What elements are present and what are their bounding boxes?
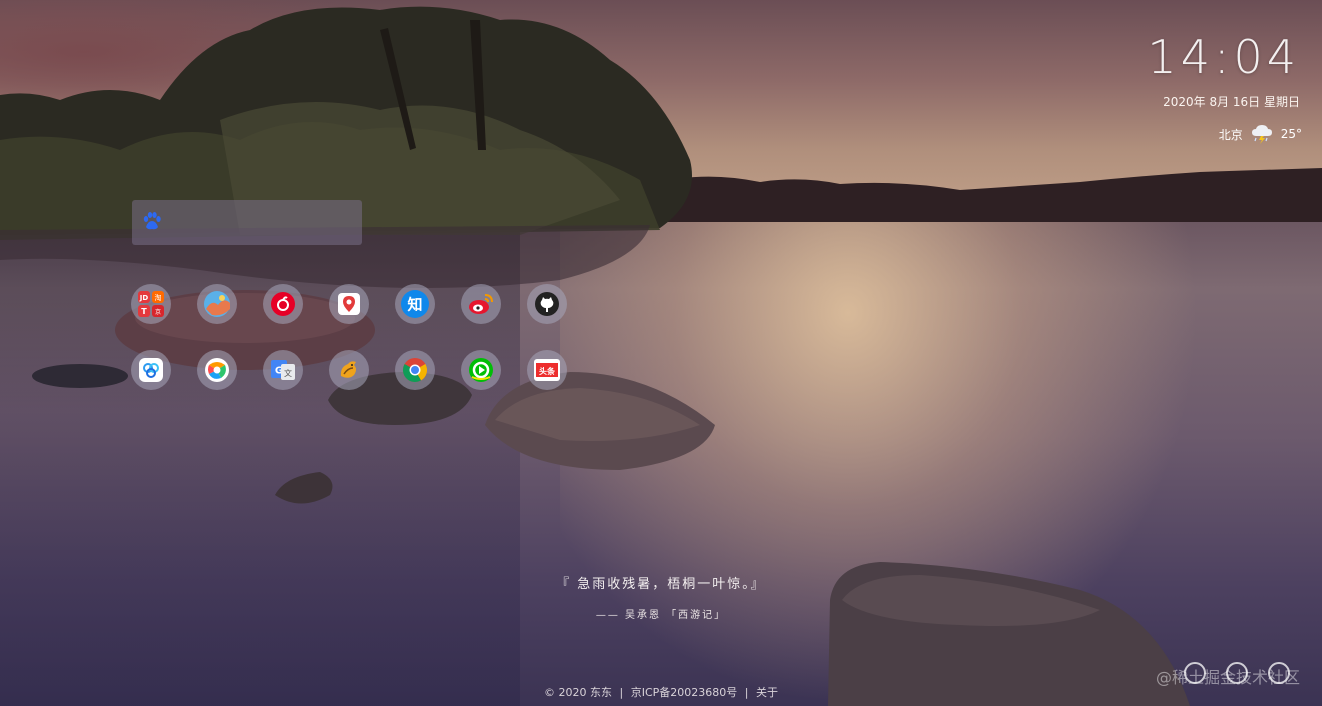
watermark: @稀土掘金技术社区 <box>1155 668 1300 687</box>
shortcut-grid: JD 淘 T 京 知 G 文 头条 <box>131 284 567 390</box>
svg-text:淘: 淘 <box>155 293 162 302</box>
quote-author: —— 吴承恩 「西游记」 <box>595 610 727 621</box>
footer-copyright: © 2020 东东 <box>544 686 612 699</box>
footer-separator: | <box>619 686 624 699</box>
thunderstorm-cloud-icon <box>1251 124 1273 144</box>
zhihu-icon[interactable]: 知 <box>395 284 435 324</box>
search-box[interactable] <box>132 200 362 245</box>
footer-icp-link[interactable]: 京ICP备20023680号 <box>631 686 738 699</box>
netease-music-icon[interactable] <box>263 284 303 324</box>
google-translate-icon[interactable]: G 文 <box>263 350 303 390</box>
clock-date: 2020年 8月 16日 星期日 <box>1163 95 1300 109</box>
footer-about-link[interactable]: 关于 <box>756 686 778 699</box>
weather-temperature: 25° <box>1280 127 1302 141</box>
iqiyi-icon[interactable] <box>461 350 501 390</box>
toutiao-icon[interactable]: 头条 <box>527 350 567 390</box>
baidu-paw-icon[interactable] <box>142 211 162 235</box>
chrome-icon[interactable] <box>395 350 435 390</box>
footer: © 2020 东东 | 京ICP备20023680号 | 关于 <box>0 684 1322 700</box>
baidu-cloud-icon[interactable] <box>131 350 171 390</box>
github-icon[interactable] <box>527 284 567 324</box>
svg-text:T: T <box>141 307 147 316</box>
clock-time: 14:04 <box>1147 30 1300 84</box>
photo-app-icon[interactable] <box>197 284 237 324</box>
svg-text:京: 京 <box>155 308 161 316</box>
svg-text:头条: 头条 <box>539 366 556 376</box>
weibo-icon[interactable] <box>461 284 501 324</box>
daily-quote: 『 急雨收残暑，梧桐一叶惊。』 <box>556 577 766 592</box>
tencent-video-icon[interactable] <box>197 350 237 390</box>
weather-widget[interactable]: 北京 25° <box>1219 124 1302 144</box>
search-input[interactable] <box>170 214 350 231</box>
weather-city: 北京 <box>1218 127 1243 142</box>
svg-text:文: 文 <box>284 368 292 378</box>
footer-separator: | <box>744 686 749 699</box>
map-pin-icon[interactable] <box>329 284 369 324</box>
jd-taobao-icon[interactable]: JD 淘 T 京 <box>131 284 171 324</box>
svg-text:JD: JD <box>139 294 149 302</box>
svg-text:知: 知 <box>407 296 422 314</box>
bird-app-icon[interactable] <box>329 350 369 390</box>
